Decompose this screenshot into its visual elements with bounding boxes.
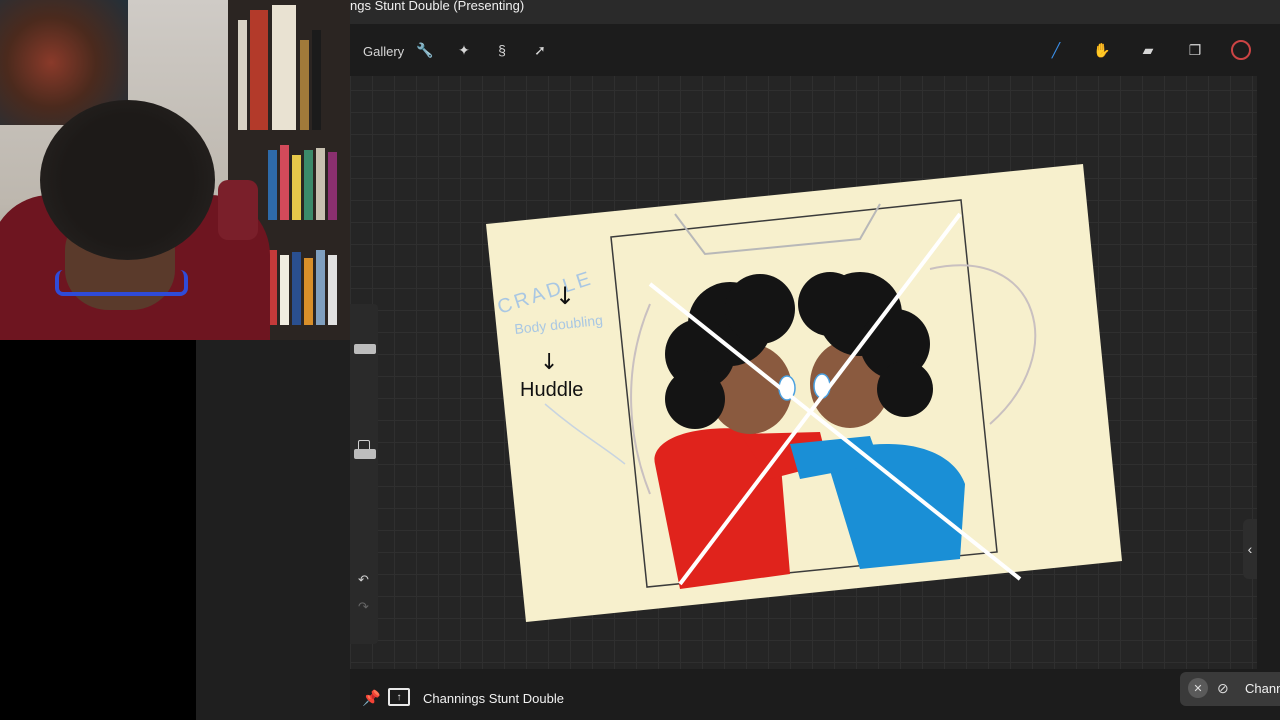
brush-icon[interactable]: ╱ <box>1046 40 1066 60</box>
present-screen-icon[interactable]: ↑ <box>388 688 410 706</box>
note-arrow-1: ↓ <box>555 282 575 310</box>
layers-icon[interactable]: ❐ <box>1185 40 1205 60</box>
side-panel <box>196 340 350 720</box>
presentation-title-bar: ngs Stunt Double (Presenting) <box>350 0 1280 24</box>
selection-icon[interactable]: § <box>492 40 512 60</box>
procreate-toolbar: Gallery 🔧 ✦ § ➚ ╱ ✋ ▰ ❐ <box>350 24 1257 76</box>
procreate-sidebar: ↶ ↷ <box>350 304 378 644</box>
toy-figure <box>218 180 258 240</box>
canvas-area[interactable]: CRADLE ↓ Body doubling ↓ Huddle <box>350 24 1257 669</box>
participant-name: Chann <box>1245 681 1280 696</box>
empty-video-area <box>0 340 196 720</box>
redo-icon[interactable]: ↷ <box>358 599 369 615</box>
blue-glasses <box>55 270 188 296</box>
color-icon[interactable] <box>1231 40 1251 60</box>
webcam-video <box>0 0 350 340</box>
gallery-button[interactable]: Gallery <box>363 44 404 59</box>
transform-arrow-icon[interactable]: ➚ <box>530 40 550 60</box>
procreate-app: CRADLE ↓ Body doubling ↓ Huddle Gallery … <box>350 24 1257 669</box>
shared-screen: ngs Stunt Double (Presenting) CRADLE ↓ B… <box>350 0 1280 720</box>
eraser-icon[interactable]: ▰ <box>1138 40 1158 60</box>
pin-icon[interactable]: 📌 <box>362 689 381 707</box>
magic-wand-icon[interactable]: ✦ <box>454 40 474 60</box>
undo-icon[interactable]: ↶ <box>358 572 369 588</box>
wrench-icon[interactable]: 🔧 <box>415 40 435 60</box>
camera-off-icon: ⊘ <box>1217 680 1229 696</box>
left-hair <box>725 274 795 344</box>
smudge-icon[interactable]: ✋ <box>1092 40 1112 60</box>
collapse-tab-icon[interactable]: ‹ <box>1243 519 1257 579</box>
presenter-name: Channings Stunt Double <box>423 691 564 706</box>
muted-mic-icon: ✕ <box>1188 678 1208 698</box>
left-hair <box>665 369 725 429</box>
artwork-canvas: CRADLE ↓ Body doubling ↓ Huddle <box>486 164 1122 622</box>
presentation-title: ngs Stunt Double (Presenting) <box>350 0 525 13</box>
right-hair <box>877 361 933 417</box>
meeting-bottom-bar: 📌 ↑ Channings Stunt Double ✕ ⊘ Chann <box>350 669 1280 720</box>
note-huddle: Huddle <box>520 379 583 401</box>
person-hair <box>40 100 215 260</box>
brush-size-slider[interactable] <box>354 344 376 354</box>
participant-tile[interactable]: ✕ ⊘ Chann <box>1180 672 1280 706</box>
note-arrow-2: ↓ <box>540 350 558 375</box>
opacity-slider[interactable] <box>354 449 376 459</box>
right-hair <box>798 272 862 336</box>
